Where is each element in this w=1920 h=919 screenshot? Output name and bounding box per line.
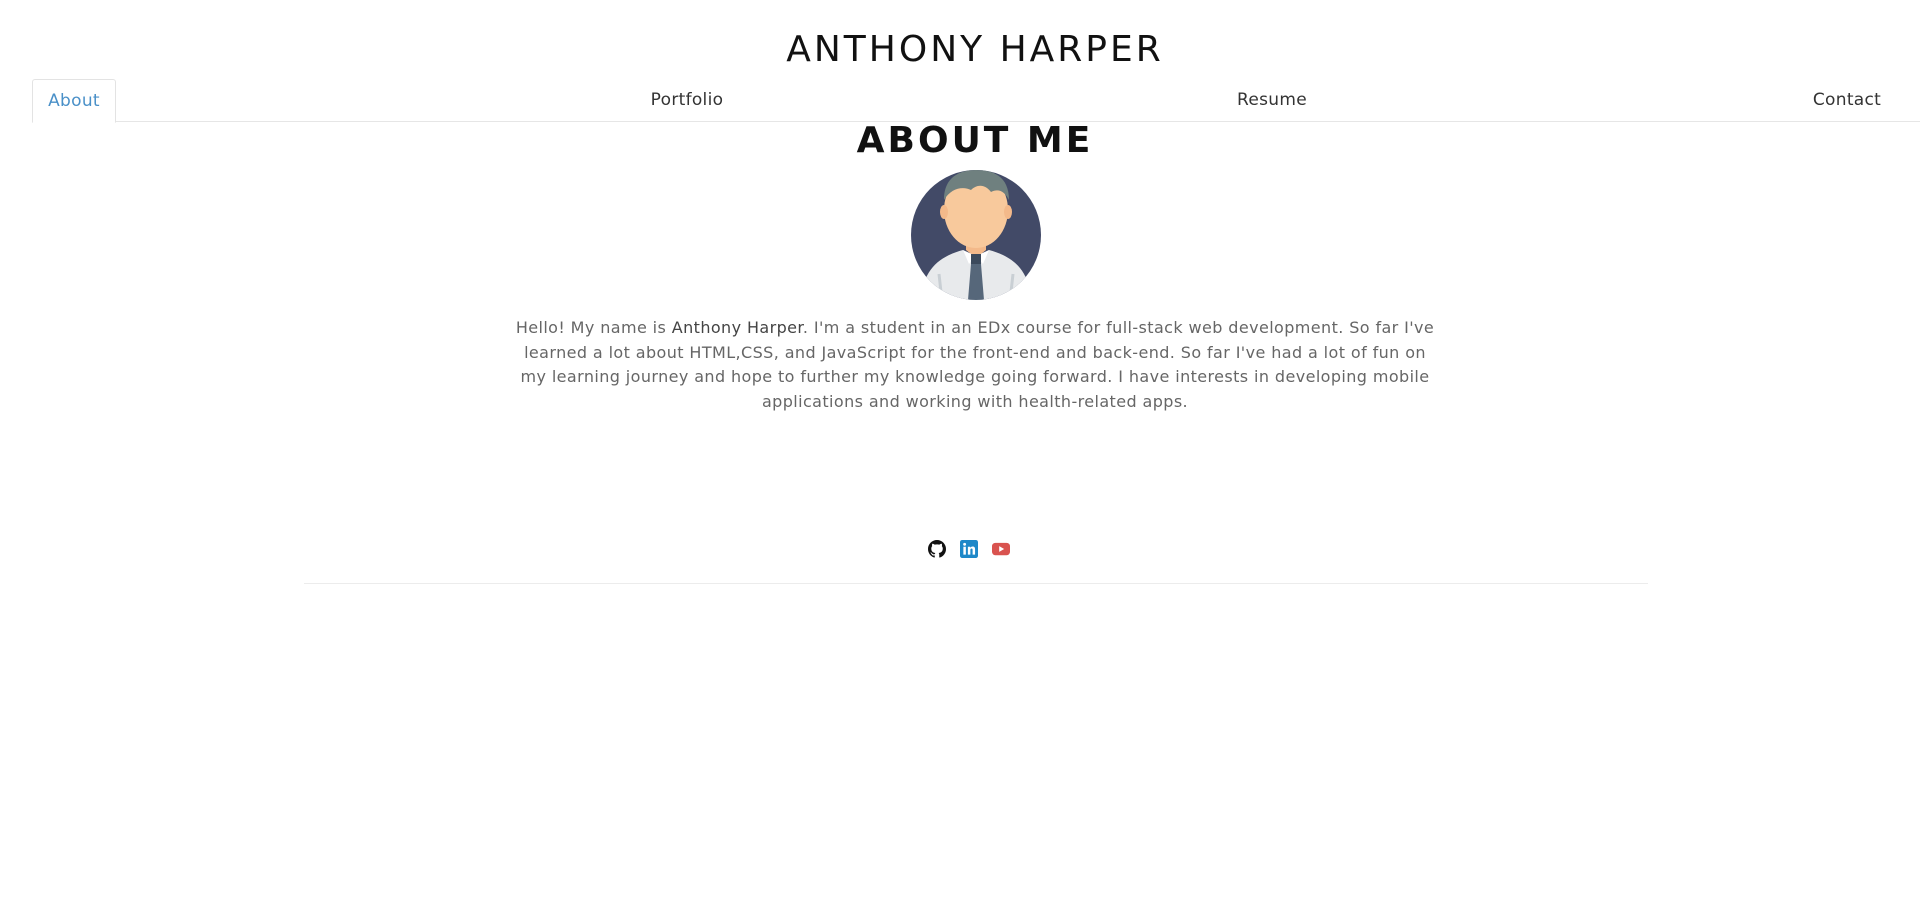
tab-resume[interactable]: Resume — [1182, 79, 1362, 122]
profile-avatar — [911, 170, 1041, 300]
youtube-icon[interactable] — [992, 540, 1010, 558]
page: ANTHONY HARPER About Portfolio Resume Co… — [0, 0, 1920, 919]
github-icon[interactable] — [928, 540, 946, 558]
bio-intro: Hello! My name is — [515, 318, 672, 337]
linkedin-icon[interactable] — [960, 540, 978, 558]
bio-name: Anthony Harper — [671, 318, 803, 337]
tab-contact[interactable]: Contact — [1772, 79, 1920, 122]
site-title: ANTHONY HARPER — [786, 29, 1164, 70]
tab-about[interactable]: About — [32, 79, 116, 123]
bio-paragraph: Hello! My name is Anthony Harper. I'm a … — [510, 316, 1440, 414]
tab-portfolio[interactable]: Portfolio — [592, 79, 782, 122]
about-heading: ABOUT ME — [856, 120, 1094, 161]
main-nav: About Portfolio Resume Contact — [32, 79, 1920, 123]
footer-divider — [304, 583, 1648, 584]
social-links — [928, 540, 1028, 558]
